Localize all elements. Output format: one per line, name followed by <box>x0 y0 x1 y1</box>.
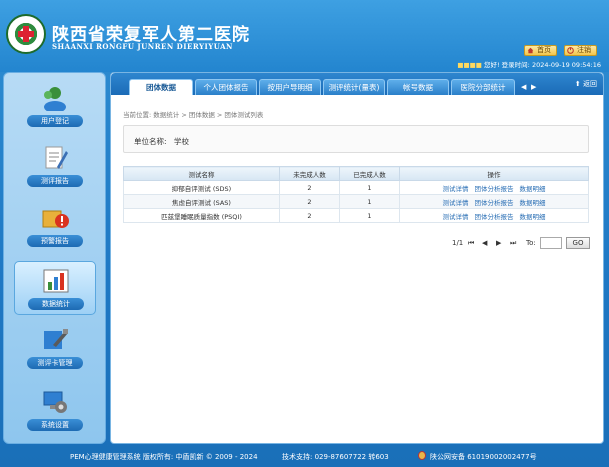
data-detail-link[interactable]: 数据明细 <box>520 185 546 193</box>
logout-button[interactable]: 注销 <box>564 45 597 56</box>
sidebar-item-data-statistics[interactable]: 数据统计 <box>14 261 96 315</box>
user-name: ■■■■ <box>457 61 482 69</box>
group-analysis-report-link[interactable]: 团体分析报告 <box>475 185 514 193</box>
police-badge-icon <box>418 451 426 460</box>
test-name: 匹兹堡睡眠质量指数 (PSQI) <box>123 208 280 223</box>
group-analysis-report-link[interactable]: 团体分析报告 <box>475 199 514 207</box>
footer: PEM心理健康管理系统 版权所有: 中盾凯新 © 2009 - 2024 技术支… <box>0 447 609 467</box>
back-arrow-icon: ⬆ <box>574 80 581 88</box>
complete-count: 1 <box>339 180 400 195</box>
first-page-icon[interactable]: ⏮ <box>468 239 474 248</box>
row-actions: 测试详情 团体分析报告 数据明细 <box>399 208 589 223</box>
login-time-label: 登录时间: <box>501 61 530 69</box>
complete-count: 1 <box>339 208 400 223</box>
tab-account-data[interactable]: 帐号数据 <box>387 79 449 95</box>
goto-label: To: <box>526 239 536 247</box>
sidebar: 用户登记 测评报告 预警报告 数据统计 测评卡管理 系统设置 <box>3 72 106 444</box>
test-detail-link[interactable]: 测试详情 <box>443 199 469 207</box>
logout-icon <box>567 47 574 54</box>
login-time: 2024-09-19 09:54:16 <box>531 61 601 69</box>
card-icon <box>44 329 68 349</box>
tab-group-data[interactable]: 团体数据 <box>129 79 193 95</box>
sidebar-item-assessment-report[interactable]: 测评报告 <box>14 139 96 193</box>
greeting: 您好! <box>483 61 500 69</box>
hospital-logo <box>6 14 46 54</box>
page-number-input[interactable] <box>540 237 562 249</box>
group-analysis-report-link[interactable]: 团体分析报告 <box>475 213 514 221</box>
incomplete-count: 2 <box>279 180 340 195</box>
col-header-test-name: 测试名称 <box>123 166 280 181</box>
test-name: 焦虑自评测试 (SAS) <box>123 194 280 209</box>
data-detail-link[interactable]: 数据明细 <box>520 213 546 221</box>
test-name: 抑郁自评测试 (SDS) <box>123 180 280 195</box>
test-detail-link[interactable]: 测试详情 <box>443 185 469 193</box>
police-record: 陕公网安备 61019002002477号 <box>430 453 537 461</box>
unit-value: 学校 <box>174 137 189 146</box>
warning-icon <box>42 210 69 228</box>
tab-scroll-right-icon[interactable]: ▶ <box>531 83 536 91</box>
incomplete-count: 2 <box>279 208 340 223</box>
col-header-incomplete: 未完成人数 <box>279 166 340 181</box>
next-page-icon[interactable]: ▶ <box>496 239 501 247</box>
app-header: 陕西省荣复军人第二医院 SHAANXI RONGFU JUNREN DIERYI… <box>0 0 609 72</box>
prev-page-icon[interactable]: ◀ <box>482 239 487 247</box>
col-header-complete: 已完成人数 <box>339 166 400 181</box>
sidebar-item-system-settings[interactable]: 系统设置 <box>14 383 96 437</box>
hospital-name-en: SHAANXI RONGFU JUNREN DIERYIYUAN <box>52 42 233 51</box>
gear-icon <box>43 391 67 413</box>
tech-support: 技术支持: 029-87607722 转603 <box>282 453 389 461</box>
table-row: 匹兹堡睡眠质量指数 (PSQI) 2 1 测试详情 团体分析报告 数据明细 <box>123 208 589 223</box>
incomplete-count: 2 <box>279 194 340 209</box>
col-header-actions: 操作 <box>399 166 589 181</box>
user-icon <box>44 87 66 111</box>
home-button[interactable]: 首页 <box>524 45 557 56</box>
test-table: 测试名称 未完成人数 已完成人数 操作 抑郁自评测试 (SDS) 2 1 测试详… <box>123 166 589 223</box>
row-actions: 测试详情 团体分析报告 数据明细 <box>399 180 589 195</box>
row-actions: 测试详情 团体分析报告 数据明细 <box>399 194 589 209</box>
tab-hospital-branch-statistics[interactable]: 医院分部统计 <box>451 79 515 95</box>
main-panel: 团体数据 个人团体报告 按用户导明细 测评统计(量表) 帐号数据 医院分部统计 … <box>110 72 604 444</box>
sidebar-item-user-register[interactable]: 用户登记 <box>14 79 96 133</box>
report-icon <box>45 146 68 169</box>
home-icon <box>527 47 534 54</box>
tab-individual-group-report[interactable]: 个人团体报告 <box>195 79 257 95</box>
breadcrumb: 当前位置: 数据统计 > 团体数据 > 团体测试列表 <box>123 111 264 119</box>
test-detail-link[interactable]: 测试详情 <box>443 213 469 221</box>
last-page-icon[interactable]: ⏭ <box>510 239 516 248</box>
copyright: PEM心理健康管理系统 版权所有: 中盾凯新 © 2009 - 2024 <box>70 453 258 461</box>
unit-label: 单位名称: <box>134 137 167 146</box>
sidebar-item-warning-report[interactable]: 预警报告 <box>14 199 96 253</box>
chart-icon <box>43 269 69 293</box>
page-info: 1/1 <box>452 239 464 247</box>
complete-count: 1 <box>339 194 400 209</box>
tab-scroll-left-icon[interactable]: ◀ <box>521 83 526 91</box>
tab-user-export-detail[interactable]: 按用户导明细 <box>259 79 321 95</box>
back-link[interactable]: ⬆ 返回 <box>575 79 597 89</box>
user-info: ■■■■ 您好! 登录时间: 2024-09-19 09:54:16 <box>457 59 601 69</box>
table-row: 抑郁自评测试 (SDS) 2 1 测试详情 团体分析报告 数据明细 <box>123 180 589 195</box>
tab-assessment-statistics[interactable]: 测评统计(量表) <box>323 79 385 95</box>
table-row: 焦虑自评测试 (SAS) 2 1 测试详情 团体分析报告 数据明细 <box>123 194 589 209</box>
tab-bar: 团体数据 个人团体报告 按用户导明细 测评统计(量表) 帐号数据 医院分部统计 … <box>111 73 603 95</box>
unit-info-box: 单位名称: 学校 <box>123 125 589 153</box>
go-button[interactable]: GO <box>566 237 590 249</box>
sidebar-item-card-management[interactable]: 测评卡管理 <box>14 321 96 375</box>
data-detail-link[interactable]: 数据明细 <box>520 199 546 207</box>
